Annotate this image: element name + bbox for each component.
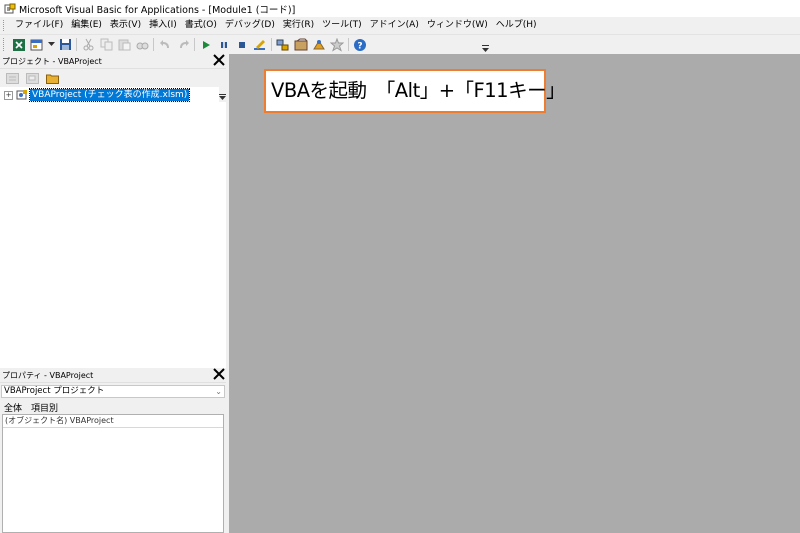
menu-debug[interactable]: デバッグ(D) bbox=[221, 17, 279, 34]
run-icon[interactable] bbox=[198, 37, 214, 53]
project-tree: + VBAProject (チェック表の作成.xlsm) bbox=[0, 88, 226, 102]
find-icon[interactable] bbox=[134, 37, 150, 53]
properties-window-icon[interactable] bbox=[293, 37, 309, 53]
design-mode-icon[interactable] bbox=[252, 37, 268, 53]
menu-file[interactable]: ファイル(F) bbox=[11, 17, 67, 34]
menu-view[interactable]: 表示(V) bbox=[106, 17, 145, 34]
menu-edit[interactable]: 編集(E) bbox=[67, 17, 106, 34]
excel-view-icon[interactable] bbox=[11, 37, 27, 53]
menu-help[interactable]: ヘルプ(H) bbox=[492, 17, 541, 34]
save-icon[interactable] bbox=[57, 37, 73, 53]
toolbar-separator bbox=[153, 38, 154, 51]
tree-item-vbaproject[interactable]: + VBAProject (チェック表の作成.xlsm) bbox=[0, 88, 226, 102]
insert-module-icon[interactable] bbox=[29, 37, 45, 53]
properties-header: プロパティ - VBAProject bbox=[0, 368, 226, 383]
vba-app-icon[interactable] bbox=[4, 3, 16, 15]
close-icon[interactable] bbox=[212, 54, 226, 68]
cut-icon[interactable] bbox=[80, 37, 96, 53]
menu-run[interactable]: 実行(R) bbox=[279, 17, 318, 34]
dropdown-arrow-icon[interactable] bbox=[47, 37, 55, 53]
instruction-callout: VBAを起動 「Alt」+「F11キー」 bbox=[264, 69, 566, 113]
menu-insert[interactable]: 挿入(I) bbox=[145, 17, 181, 34]
project-node-icon bbox=[16, 89, 28, 101]
object-browser-icon[interactable] bbox=[311, 37, 327, 53]
properties-panel: プロパティ - VBAProject VBAProject プロジェクト ⌄ 全… bbox=[0, 368, 226, 533]
redo-icon[interactable] bbox=[175, 37, 191, 53]
menu-addins[interactable]: アドイン(A) bbox=[366, 17, 423, 34]
code-workspace bbox=[229, 54, 800, 533]
window-title: Microsoft Visual Basic for Applications … bbox=[19, 4, 296, 16]
toolbar-options-icon[interactable] bbox=[480, 37, 490, 53]
menu-tools[interactable]: ツール(T) bbox=[318, 17, 366, 34]
view-object-icon[interactable] bbox=[24, 71, 40, 85]
tree-item-label[interactable]: VBAProject (チェック表の作成.xlsm) bbox=[28, 88, 191, 102]
menu-grip[interactable] bbox=[3, 20, 7, 31]
project-explorer-toolbar bbox=[0, 69, 226, 102]
chevron-down-icon[interactable]: ⌄ bbox=[215, 386, 222, 397]
toolbar-separator bbox=[76, 38, 77, 51]
break-icon[interactable] bbox=[216, 37, 232, 53]
property-row-name[interactable]: (オブジェクト名) VBAProject bbox=[3, 415, 223, 428]
expand-icon[interactable]: + bbox=[4, 90, 13, 100]
properties-tabs: 全体 項目別 bbox=[4, 401, 67, 414]
reset-icon[interactable] bbox=[234, 37, 250, 53]
object-select-value: VBAProject プロジェクト bbox=[4, 386, 105, 396]
project-explorer-panel: プロジェクト - VBAProject + VBAProject (チェック表の… bbox=[0, 54, 226, 366]
undo-icon[interactable] bbox=[157, 37, 173, 53]
toggle-folders-icon[interactable] bbox=[44, 71, 60, 85]
title-bar: Microsoft Visual Basic for Applications … bbox=[0, 0, 800, 17]
standard-toolbar: ? bbox=[0, 35, 800, 54]
help-icon[interactable]: ? bbox=[352, 37, 368, 53]
svg-text:?: ? bbox=[357, 41, 362, 51]
project-explorer-icon[interactable] bbox=[275, 37, 291, 53]
toolbar-grip[interactable] bbox=[3, 38, 7, 51]
tab-alphabetic[interactable]: 全体 bbox=[4, 401, 22, 414]
close-icon[interactable] bbox=[212, 368, 226, 382]
properties-grid: (オブジェクト名) VBAProject bbox=[2, 414, 224, 533]
menu-format[interactable]: 書式(O) bbox=[181, 17, 221, 34]
project-explorer-title: プロジェクト - VBAProject bbox=[2, 56, 102, 66]
view-code-icon[interactable] bbox=[4, 71, 20, 85]
toolbox-icon[interactable] bbox=[329, 37, 345, 53]
toolbar-separator bbox=[348, 38, 349, 51]
project-explorer-header: プロジェクト - VBAProject bbox=[0, 54, 226, 69]
paste-icon[interactable] bbox=[116, 37, 132, 53]
menu-window[interactable]: ウィンドウ(W) bbox=[423, 17, 492, 34]
menu-bar: ファイル(F) 編集(E) 表示(V) 挿入(I) 書式(O) デバッグ(D) … bbox=[0, 17, 800, 35]
object-select[interactable]: VBAProject プロジェクト ⌄ bbox=[1, 385, 225, 398]
toolbar-separator bbox=[271, 38, 272, 51]
properties-title: プロパティ - VBAProject bbox=[2, 370, 94, 380]
toolbar-separator bbox=[194, 38, 195, 51]
tab-categorized[interactable]: 項目別 bbox=[31, 401, 58, 414]
copy-icon[interactable] bbox=[98, 37, 114, 53]
